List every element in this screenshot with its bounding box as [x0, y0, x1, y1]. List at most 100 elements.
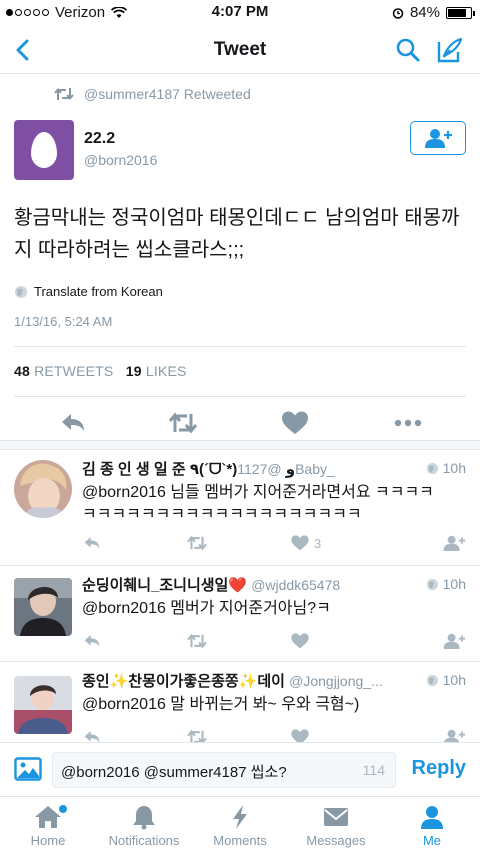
battery-percent: 84% — [409, 4, 440, 21]
more-options-icon[interactable] — [393, 410, 423, 436]
reply-author-name[interactable]: 순딩이췌니_조니니생일❤️ — [82, 577, 247, 594]
battery-area: 84% — [392, 4, 475, 21]
author-name[interactable]: 22.2 — [84, 130, 115, 148]
compose-tweet-icon[interactable] — [436, 36, 464, 64]
avatar-photo — [14, 578, 72, 636]
divider — [14, 396, 466, 397]
avatar-photo — [14, 676, 72, 734]
reply-header: 순딩이췌니_조니니생일❤️ @wjddk65478 — [82, 574, 466, 596]
tab-me[interactable]: Me — [384, 797, 480, 853]
reply-icon[interactable] — [82, 534, 102, 552]
retweet-icon — [54, 87, 74, 101]
reply-text: @born2016 말 바뀌는거 봐~ 우와 극혐~) — [82, 696, 360, 713]
translate-label: Translate from Korean — [34, 284, 163, 299]
reply-button[interactable]: Reply — [412, 757, 466, 780]
unread-dot — [59, 805, 67, 813]
retweets-label[interactable]: RETWEETS — [34, 363, 113, 379]
author-avatar[interactable] — [14, 120, 74, 180]
retweet-icon[interactable] — [186, 632, 208, 650]
battery-icon — [446, 6, 475, 19]
tab-home[interactable]: Home — [0, 797, 96, 853]
retweeted-by-label: @summer4187 Retweeted — [84, 86, 251, 102]
like-count: 3 — [314, 536, 322, 551]
tweet-stats: 48 RETWEETS 19 LIKES — [14, 363, 187, 379]
tab-label: Me — [422, 833, 442, 848]
retweets-count[interactable]: 48 — [14, 363, 30, 379]
navigation-bar: Tweet — [0, 26, 480, 74]
add-user-icon[interactable] — [442, 534, 466, 552]
retweet-icon[interactable] — [168, 410, 198, 436]
reply-input[interactable]: @born2016 @summer4187 씹소? 114 — [52, 752, 396, 788]
reply-tweet[interactable]: 종인✨찬몽이가좋은종쫑✨데이 @Jongjjong_... 10h @born2… — [0, 662, 480, 742]
add-user-icon — [425, 129, 452, 148]
translate-link[interactable]: Translate from Korean — [14, 284, 163, 299]
reply-text: @born2016 님들 멤버가 지어준거라면서요 ㅋㅋㅋㅋ ㅋㅋㅋㅋㅋㅋㅋㅋㅋ… — [82, 484, 434, 523]
avatar[interactable] — [14, 578, 72, 636]
lightning-icon — [233, 805, 247, 829]
tab-label: Notifications — [108, 833, 180, 848]
character-counter: 114 — [362, 762, 385, 778]
bell-icon — [133, 806, 155, 830]
reply-author-handle[interactable]: @wjddk65478 — [251, 577, 340, 593]
globe-icon — [426, 674, 438, 686]
add-user-icon[interactable] — [442, 728, 466, 742]
tab-label: Moments — [213, 833, 267, 848]
reply-author-handle[interactable]: @Jongjjong_... — [289, 673, 383, 689]
status-bar: Verizon 4:07 PM 84% — [0, 0, 480, 26]
retweet-icon[interactable] — [186, 534, 208, 552]
reply-time: 10h — [442, 672, 466, 688]
like-heart-icon[interactable] — [280, 410, 310, 436]
avatar[interactable] — [14, 460, 72, 518]
reply-tweet[interactable]: 순딩이췌니_조니니생일❤️ @wjddk65478 10h @born2016 … — [0, 566, 480, 662]
tab-label: Home — [30, 833, 66, 848]
tweet-action-bar — [0, 404, 480, 440]
reply-action-bar: 3 — [82, 534, 466, 558]
like-heart-icon[interactable] — [290, 534, 310, 552]
add-photo-icon[interactable] — [14, 757, 42, 781]
reply-author-name[interactable]: 종인✨찬몽이가좋은종쫑✨데이 — [82, 673, 285, 690]
egg-avatar-icon — [31, 132, 57, 168]
retweeted-by[interactable]: @summer4187 Retweeted — [54, 86, 251, 102]
search-icon[interactable] — [394, 36, 422, 64]
globe-icon — [426, 578, 438, 590]
reply-age: 10h — [426, 576, 466, 592]
reply-action-bar — [82, 728, 466, 742]
reply-text: @born2016 멤버가 지어준거아님?ㅋ — [82, 600, 331, 617]
tab-moments[interactable]: Moments — [192, 797, 288, 853]
reply-composer: @born2016 @summer4187 씹소? 114 Reply — [0, 742, 480, 796]
reply-age: 10h — [426, 672, 466, 688]
section-separator — [0, 440, 480, 450]
reply-header: 종인✨찬몽이가좋은종쫑✨데이 @Jongjjong_... — [82, 670, 466, 692]
alarm-icon — [392, 7, 404, 19]
like-heart-icon[interactable] — [290, 632, 310, 650]
reply-header: 김 종 인 생 일 준 ٩(´ᗜ`*)و @1127Baby_ — [82, 458, 466, 480]
tweet-text: 황금막내는 정국이엄마 태몽인데ㄷㄷ 남의엄마 태몽까지 따라하려는 씹소클라스… — [14, 207, 460, 261]
divider — [14, 346, 466, 347]
reply-input-text: @born2016 @summer4187 씹소? — [61, 764, 287, 781]
likes-count[interactable]: 19 — [126, 363, 142, 379]
envelope-icon — [324, 808, 348, 826]
reply-time: 10h — [442, 460, 466, 476]
reply-icon[interactable] — [82, 728, 102, 742]
follow-button[interactable] — [410, 121, 466, 155]
add-user-icon[interactable] — [442, 632, 466, 650]
reply-action-bar — [82, 632, 466, 656]
avatar[interactable] — [14, 676, 72, 734]
reply-age: 10h — [426, 460, 466, 476]
likes-label[interactable]: LIKES — [146, 363, 187, 379]
home-icon — [35, 806, 61, 828]
avatar-photo — [14, 460, 72, 518]
person-icon — [421, 806, 443, 829]
reply-icon[interactable] — [58, 410, 88, 436]
globe-icon — [15, 285, 27, 298]
reply-tweet[interactable]: 김 종 인 생 일 준 ٩(´ᗜ`*)و @1127Baby_ 10h @bor… — [0, 450, 480, 566]
retweet-icon[interactable] — [186, 728, 208, 742]
globe-icon — [426, 462, 438, 474]
reply-icon[interactable] — [82, 632, 102, 650]
tab-messages[interactable]: Messages — [288, 797, 384, 853]
tab-notifications[interactable]: Notifications — [96, 797, 192, 853]
reply-time: 10h — [442, 576, 466, 592]
like-heart-icon[interactable] — [290, 728, 310, 742]
author-handle[interactable]: @born2016 — [84, 152, 157, 168]
tweet-timestamp: 1/13/16, 5:24 AM — [14, 314, 113, 329]
